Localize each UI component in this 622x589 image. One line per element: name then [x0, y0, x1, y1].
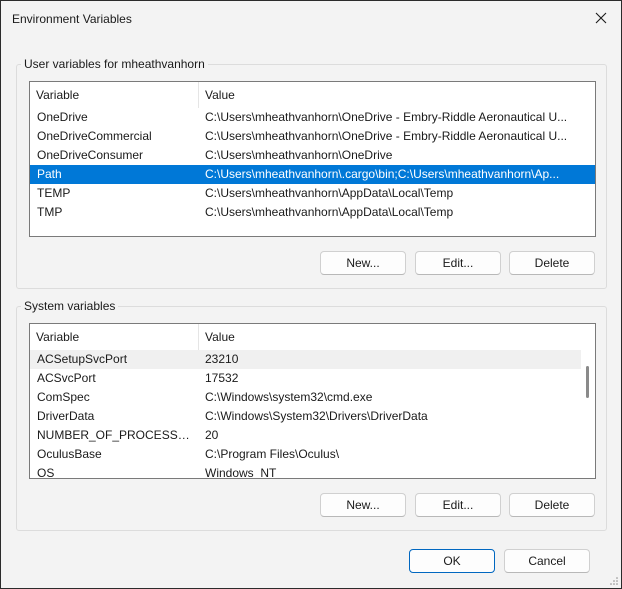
title-bar: Environment Variables: [1, 1, 621, 35]
table-row[interactable]: TMP C:\Users\mheathvanhorn\AppData\Local\…: [30, 203, 595, 222]
system-list-scrollbar[interactable]: [581, 350, 595, 478]
cell-value: 23210: [205, 352, 239, 366]
cell-value: C:\Users\mheathvanhorn\AppData\Local\Tem…: [205, 186, 454, 200]
cancel-button[interactable]: Cancel: [504, 549, 590, 573]
cell-value: C:\Users\mheathvanhorn\.cargo\bin;C:\Use…: [205, 167, 560, 181]
table-row[interactable]: TEMP C:\Users\mheathvanhorn\AppData\Local…: [30, 184, 595, 203]
cell-variable: Path: [37, 167, 62, 181]
cell-variable: TMP: [37, 205, 63, 219]
cell-variable: DriverData: [37, 409, 95, 423]
system-variables-list[interactable]: Variable Value ACSetupSvcPort 23210 ACSvcP…: [29, 323, 596, 479]
cell-value: C:\Program Files\Oculus\: [205, 447, 340, 461]
cell-value: C:\Users\mheathvanhorn\OneDrive: [205, 148, 393, 162]
table-row[interactable]: OS Windows_NT: [30, 464, 581, 479]
cell-variable: ACSetupSvcPort: [37, 352, 128, 366]
resize-grip-icon[interactable]: [609, 576, 619, 586]
system-new-button[interactable]: New...: [320, 493, 406, 517]
system-column-variable[interactable]: Variable: [30, 324, 198, 350]
user-variables-label: User variables for mheathvanhorn: [21, 57, 208, 71]
cell-variable: OS: [37, 466, 55, 479]
table-row[interactable]: OneDriveConsumer C:\Users\mheathvanhorn\O…: [30, 146, 595, 165]
cell-value: C:\Users\mheathvanhorn\AppData\Local\Tem…: [205, 205, 454, 219]
system-variables-label: System variables: [21, 299, 119, 313]
cell-variable: OneDriveConsumer: [37, 148, 144, 162]
system-edit-button[interactable]: Edit...: [415, 493, 501, 517]
user-new-button[interactable]: New...: [320, 251, 406, 275]
cell-value: 17532: [205, 371, 239, 385]
close-button[interactable]: [587, 5, 615, 31]
user-column-variable[interactable]: Variable: [30, 82, 198, 108]
table-row[interactable]: DriverData C:\Windows\System32\Drivers\Dr…: [30, 407, 581, 426]
system-column-value[interactable]: Value: [199, 324, 579, 350]
table-row[interactable]: OculusBase C:\Program Files\Oculus\: [30, 445, 581, 464]
user-edit-button[interactable]: Edit...: [415, 251, 501, 275]
cell-value: 20: [205, 428, 219, 442]
user-variables-list[interactable]: Variable Value OneDrive C:\Users\mheathva…: [29, 81, 596, 237]
table-row[interactable]: OneDriveCommercial C:\Users\mheathvanhorn…: [30, 127, 595, 146]
window-title: Environment Variables: [12, 12, 132, 26]
close-icon: [595, 12, 607, 24]
environment-variables-dialog: Environment Variables User variables for…: [0, 0, 622, 589]
user-column-value[interactable]: Value: [199, 82, 579, 108]
cell-variable: ComSpec: [37, 390, 90, 404]
table-row[interactable]: OneDrive C:\Users\mheathvanhorn\OneDrive …: [30, 108, 595, 127]
table-row[interactable]: NUMBER_OF_PROCESSORS 20: [30, 426, 581, 445]
scrollbar-thumb[interactable]: [586, 366, 589, 398]
cell-variable: OneDrive: [37, 110, 88, 124]
cell-value: C:\Windows\system32\cmd.exe: [205, 390, 373, 404]
cell-variable: NUMBER_OF_PROCESSORS: [37, 428, 197, 442]
table-row[interactable]: Path C:\Users\mheathvanhorn\.cargo\bin;C:…: [30, 165, 595, 184]
system-delete-button[interactable]: Delete: [509, 493, 595, 517]
system-list-header: Variable Value: [30, 324, 595, 350]
ok-button[interactable]: OK: [409, 549, 495, 573]
cell-variable: TEMP: [37, 186, 71, 200]
cell-value: C:\Users\mheathvanhorn\OneDrive - Embry-…: [205, 129, 568, 143]
table-row[interactable]: ACSvcPort 17532: [30, 369, 581, 388]
cell-variable: OculusBase: [37, 447, 102, 461]
table-row[interactable]: ACSetupSvcPort 23210: [30, 350, 581, 369]
table-row[interactable]: ComSpec C:\Windows\system32\cmd.exe: [30, 388, 581, 407]
cell-variable: ACSvcPort: [37, 371, 96, 385]
user-list-header: Variable Value: [30, 82, 595, 108]
user-delete-button[interactable]: Delete: [509, 251, 595, 275]
cell-value: Windows_NT: [205, 466, 277, 479]
cell-value: C:\Users\mheathvanhorn\OneDrive - Embry-…: [205, 110, 568, 124]
cell-variable: OneDriveCommercial: [37, 129, 152, 143]
cell-value: C:\Windows\System32\Drivers\DriverData: [205, 409, 428, 423]
